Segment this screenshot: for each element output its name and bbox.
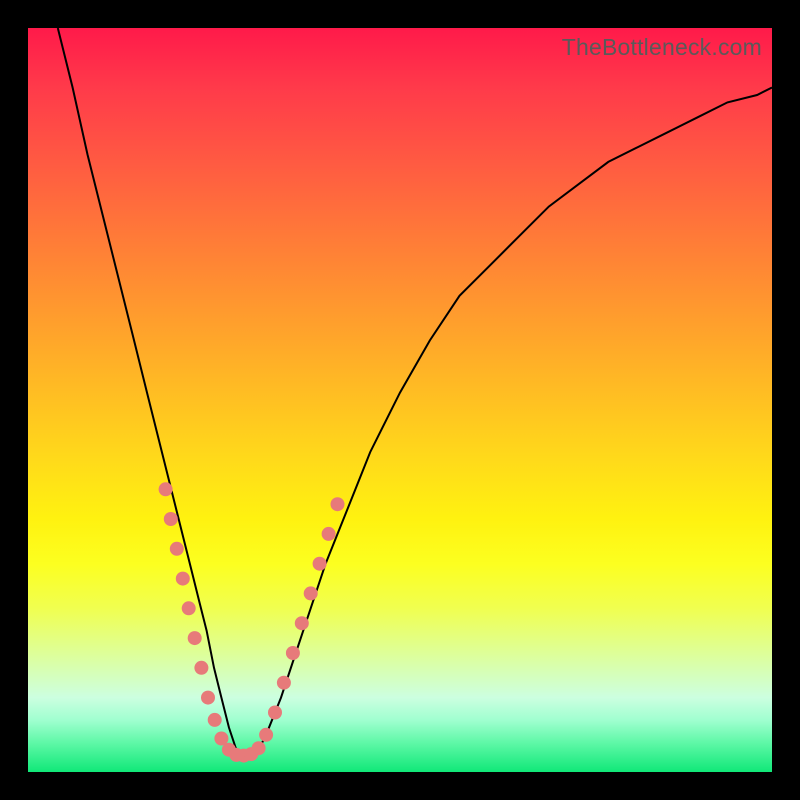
marker-dot bbox=[188, 631, 202, 645]
marker-dot bbox=[268, 706, 282, 720]
marker-dot bbox=[313, 557, 327, 571]
marker-dot bbox=[201, 691, 215, 705]
curve-line bbox=[58, 28, 772, 757]
marker-dot bbox=[170, 542, 184, 556]
marker-dot bbox=[252, 741, 266, 755]
marker-dot bbox=[304, 586, 318, 600]
marker-group bbox=[159, 482, 345, 762]
marker-dot bbox=[277, 676, 291, 690]
marker-dot bbox=[176, 572, 190, 586]
marker-dot bbox=[331, 497, 345, 511]
marker-dot bbox=[159, 482, 173, 496]
marker-dot bbox=[182, 601, 196, 615]
marker-dot bbox=[194, 661, 208, 675]
bottleneck-chart bbox=[28, 28, 772, 772]
marker-dot bbox=[286, 646, 300, 660]
plot-frame: TheBottleneck.com bbox=[28, 28, 772, 772]
marker-dot bbox=[295, 616, 309, 630]
marker-dot bbox=[322, 527, 336, 541]
marker-dot bbox=[208, 713, 222, 727]
marker-dot bbox=[164, 512, 178, 526]
marker-dot bbox=[259, 728, 273, 742]
